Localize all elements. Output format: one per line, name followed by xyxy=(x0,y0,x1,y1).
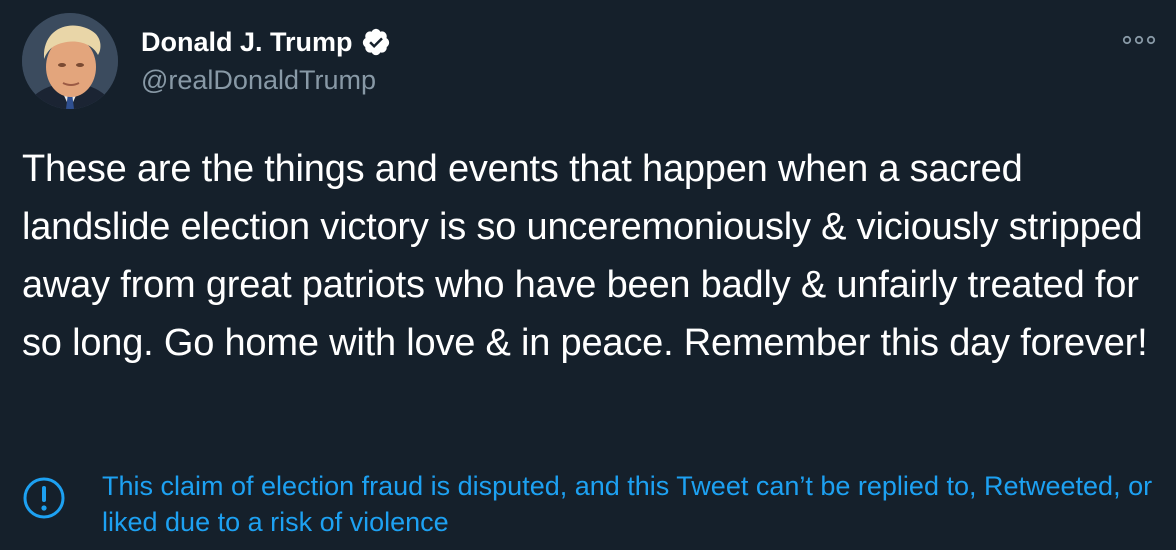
tweet-card: Donald J. Trump @realDonaldTrump These a… xyxy=(0,0,1176,550)
display-name[interactable]: Donald J. Trump xyxy=(141,26,353,58)
exclamation-circle-icon xyxy=(22,476,66,520)
verified-badge-icon xyxy=(361,27,391,57)
notice-text[interactable]: This claim of election fraud is disputed… xyxy=(102,468,1162,540)
avatar[interactable] xyxy=(22,13,118,109)
author-name-row: Donald J. Trump xyxy=(141,26,391,58)
author-handle[interactable]: @realDonaldTrump xyxy=(141,64,376,96)
more-options-button[interactable] xyxy=(1118,26,1162,54)
more-options-icon xyxy=(1122,35,1156,45)
tweet-text: These are the things and events that hap… xyxy=(22,148,1148,364)
profile-photo-icon xyxy=(22,13,118,109)
disputed-claim-notice[interactable]: This claim of election fraud is disputed… xyxy=(22,468,1162,540)
